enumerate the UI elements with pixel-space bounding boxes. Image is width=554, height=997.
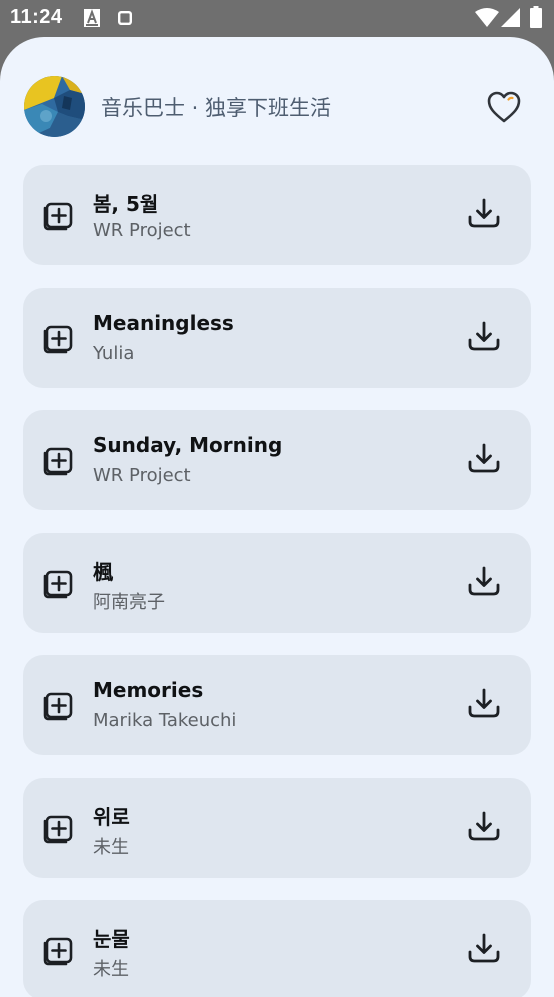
song-card[interactable]: 위로 未生 bbox=[23, 777, 531, 878]
song-artist: Yulia bbox=[93, 342, 135, 364]
song-card[interactable]: 봄, 5월 WR Project bbox=[23, 165, 531, 265]
song-artist: Marika Takeuchi bbox=[93, 710, 237, 731]
battery-icon bbox=[530, 6, 542, 28]
song-title: Sunday, Morning bbox=[93, 433, 283, 457]
download-icon[interactable] bbox=[467, 687, 501, 721]
wifi-icon bbox=[475, 8, 499, 27]
song-title: 위로 bbox=[93, 804, 130, 829]
download-icon[interactable] bbox=[467, 810, 501, 844]
song-artist: 未生 bbox=[93, 959, 129, 980]
download-icon[interactable] bbox=[467, 565, 501, 599]
add-to-playlist-icon[interactable] bbox=[42, 567, 74, 599]
song-artist: 阿南亮子 bbox=[93, 591, 165, 613]
header-title: 音乐巴士 · 独享下班生活 bbox=[101, 96, 332, 120]
add-to-playlist-icon[interactable] bbox=[42, 199, 74, 231]
heart-icon bbox=[487, 91, 521, 123]
favorite-button[interactable] bbox=[486, 90, 522, 124]
song-title: Meaningless bbox=[93, 310, 234, 335]
song-title: 눈물 bbox=[93, 927, 130, 951]
status-bar: 11:24 bbox=[0, 0, 554, 37]
song-title: Memories bbox=[93, 678, 204, 702]
status-time: 11:24 bbox=[10, 6, 63, 28]
download-icon[interactable] bbox=[467, 320, 501, 354]
font-a-icon bbox=[84, 9, 100, 27]
song-artist: WR Project bbox=[93, 465, 191, 486]
add-to-playlist-icon[interactable] bbox=[42, 689, 74, 721]
add-to-playlist-icon[interactable] bbox=[42, 322, 74, 354]
song-card[interactable]: Memories Marika Takeuchi bbox=[23, 655, 531, 755]
song-card[interactable]: Meaningless Yulia bbox=[23, 287, 531, 388]
song-artist: WR Project bbox=[93, 220, 191, 241]
square-icon bbox=[118, 11, 132, 25]
add-to-playlist-icon[interactable] bbox=[42, 812, 74, 844]
song-artist: 未生 bbox=[93, 836, 129, 858]
song-title: 楓 bbox=[93, 559, 113, 584]
song-title: 봄, 5월 bbox=[93, 192, 159, 216]
song-card[interactable]: Sunday, Morning WR Project bbox=[23, 410, 531, 510]
song-list-sheet: 音乐巴士 · 独享下班生活 봄, 5월 WR Project Meaningle… bbox=[0, 37, 554, 997]
signal-icon bbox=[501, 8, 520, 27]
download-icon[interactable] bbox=[467, 442, 501, 476]
download-icon[interactable] bbox=[467, 932, 501, 966]
download-icon[interactable] bbox=[467, 197, 501, 231]
header: 音乐巴士 · 独享下班生活 bbox=[0, 37, 554, 157]
song-card[interactable]: 눈물 未生 bbox=[23, 900, 531, 997]
add-to-playlist-icon[interactable] bbox=[42, 934, 74, 966]
album-art-avatar[interactable] bbox=[24, 76, 85, 137]
song-card[interactable]: 楓 阿南亮子 bbox=[23, 532, 531, 633]
add-to-playlist-icon[interactable] bbox=[42, 444, 74, 476]
